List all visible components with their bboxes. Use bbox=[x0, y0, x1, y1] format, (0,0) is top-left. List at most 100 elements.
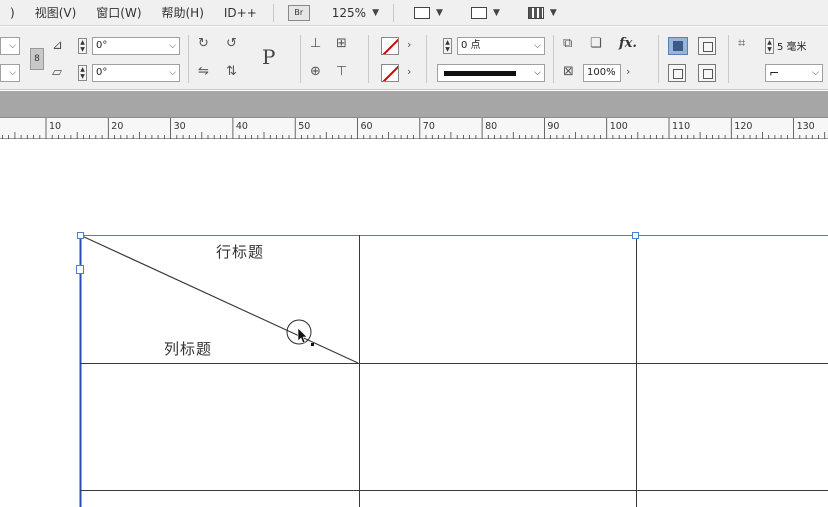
chevron-down-icon: ⌵ bbox=[9, 41, 16, 51]
shear-angle-icon: ▱ bbox=[52, 65, 62, 80]
screen-mode-icon bbox=[470, 6, 487, 19]
panel-divider bbox=[368, 35, 369, 83]
none-color-icon bbox=[382, 65, 398, 81]
chevron-down-icon: ▼ bbox=[372, 7, 380, 18]
text-frame-reference-icon[interactable]: P bbox=[262, 45, 275, 69]
table-graphics bbox=[79, 235, 828, 507]
indesign-window: ) 视图(V) 窗口(W) 帮助(H) ID++ Br 125% ▼ ▼ ▼ ▼… bbox=[0, 0, 828, 507]
corner-size-stepper[interactable]: ▲ ▼ bbox=[765, 38, 774, 54]
stroke-swatch[interactable] bbox=[381, 64, 399, 82]
ruler-label: 10 bbox=[49, 121, 62, 132]
menu-item-partial[interactable]: ) bbox=[0, 0, 25, 26]
shear-angle-field[interactable]: 0° ⌵ bbox=[92, 64, 180, 82]
flip-vertical-icon[interactable]: ⇅ bbox=[226, 64, 237, 80]
wrap-object-shape-button[interactable] bbox=[668, 64, 686, 82]
rotation-angle-value: 0° bbox=[96, 40, 108, 51]
ruler-label: 40 bbox=[235, 121, 248, 132]
zoom-select[interactable]: 125% ▼ bbox=[324, 6, 387, 20]
ruler-label: 120 bbox=[734, 121, 753, 132]
rotation-angle-field[interactable]: 0° ⌵ bbox=[92, 37, 180, 55]
arrange-documents-icon bbox=[527, 6, 544, 19]
column-header-label[interactable]: 列标题 bbox=[164, 338, 212, 359]
menu-item-window[interactable]: 窗口(W) bbox=[86, 0, 151, 26]
screen-mode-button[interactable]: ▼ bbox=[470, 6, 500, 19]
menu-item-help[interactable]: 帮助(H) bbox=[152, 0, 214, 26]
panel-divider bbox=[300, 35, 301, 83]
panel-divider bbox=[728, 35, 729, 83]
partial-dropdown-bottom[interactable]: ⌵ bbox=[0, 64, 20, 82]
mouse-pointer-icon bbox=[297, 327, 308, 344]
stroke-type-select[interactable]: ⌵ bbox=[437, 64, 545, 82]
ruler-label: 20 bbox=[111, 121, 124, 132]
panel-divider bbox=[658, 35, 659, 83]
document-canvas[interactable]: 行标题 列标题 bbox=[0, 140, 828, 507]
constrain-proportions-link-icon[interactable]: 8 bbox=[30, 48, 44, 70]
chevron-right-icon[interactable]: › bbox=[626, 64, 630, 80]
ruler-label: 80 bbox=[485, 121, 498, 132]
selection-handle-top-middle[interactable] bbox=[632, 232, 639, 239]
chevron-down-icon: ⌵ bbox=[812, 68, 819, 78]
corner-size-value[interactable]: 5 毫米 bbox=[777, 38, 807, 53]
chevron-down-icon: ⌵ bbox=[9, 68, 16, 78]
horizontal-ruler[interactable]: 10 20 30 40 50 60 70 80 90 100 110 120 130 bbox=[0, 118, 828, 139]
ruler-label: 90 bbox=[547, 121, 560, 132]
effects-fx-button[interactable]: fx. bbox=[619, 36, 637, 51]
ruler-label: 100 bbox=[609, 121, 628, 132]
align-center-icon[interactable]: ⊕ bbox=[310, 64, 321, 80]
align-bottom-icon[interactable]: ⊤ bbox=[336, 64, 347, 80]
stroke-type-preview bbox=[444, 71, 516, 76]
ruler-label: 110 bbox=[672, 121, 691, 132]
align-top-icon[interactable]: ⊥ bbox=[310, 36, 321, 52]
drop-shadow-icon[interactable]: ❏ bbox=[590, 36, 602, 52]
chevron-down-icon: ▼ bbox=[492, 7, 500, 18]
fill-swatch[interactable] bbox=[381, 37, 399, 55]
wrap-jump-object-button[interactable] bbox=[698, 64, 716, 82]
menu-item-view[interactable]: 视图(V) bbox=[25, 0, 87, 26]
arrange-documents-button[interactable]: ▼ bbox=[527, 6, 557, 19]
chevron-down-icon: ⌵ bbox=[534, 68, 541, 78]
flip-horizontal-icon[interactable]: ⇋ bbox=[198, 64, 209, 80]
corner-shape-icon: ⌐ bbox=[769, 66, 780, 80]
ruler-ticks bbox=[2, 118, 826, 139]
ruler-label: 50 bbox=[298, 121, 311, 132]
menu-bar: ) 视图(V) 窗口(W) 帮助(H) ID++ Br 125% ▼ ▼ ▼ ▼ bbox=[0, 0, 828, 26]
menu-divider bbox=[393, 3, 395, 22]
panel-divider bbox=[553, 35, 554, 83]
menu-divider bbox=[272, 3, 274, 22]
chevron-down-icon: ▼ bbox=[549, 7, 557, 18]
corner-shape-select[interactable]: ⌐ ⌵ bbox=[765, 64, 823, 82]
selection-handle-left[interactable] bbox=[76, 265, 84, 274]
shear-stepper[interactable]: ▲ ▼ bbox=[78, 65, 87, 81]
selection-handle-top-left[interactable] bbox=[77, 232, 84, 239]
corner-options-icon[interactable]: ⌗ bbox=[738, 36, 745, 52]
document-tab-strip bbox=[0, 91, 828, 118]
partial-dropdown-top[interactable]: ⌵ bbox=[0, 37, 20, 55]
stroke-weight-field[interactable]: 0 点 ⌵ bbox=[457, 37, 545, 55]
ruler-label: 30 bbox=[173, 121, 186, 132]
chevron-right-icon[interactable]: › bbox=[407, 64, 411, 80]
chevron-down-icon: ⌵ bbox=[169, 41, 176, 51]
distribute-icon[interactable]: ⊞ bbox=[336, 36, 347, 52]
row-header-label[interactable]: 行标题 bbox=[216, 241, 264, 262]
panel-divider bbox=[188, 35, 189, 83]
rotate-counterclockwise-icon[interactable]: ↺ bbox=[226, 36, 237, 52]
wrap-none-button[interactable] bbox=[668, 37, 688, 55]
chevron-right-icon[interactable]: › bbox=[407, 37, 411, 53]
bridge-button[interactable]: Br bbox=[287, 4, 310, 21]
zoom-value: 125% bbox=[331, 5, 367, 20]
control-panel: ⌵ ⌵ 8 ⊿ ▲ ▼ 0° ⌵ ▱ ▲ ▼ 0° ⌵ ↻ ↺ ⇋ ⇅ P ⊥ ⊞ ⊕ … bbox=[0, 27, 828, 90]
panel-divider bbox=[426, 35, 427, 83]
ruler-label: 70 bbox=[422, 121, 435, 132]
ruler-label: 130 bbox=[796, 121, 815, 132]
frame-fitting-icon[interactable]: ⧉ bbox=[563, 36, 572, 52]
menu-item-idpp[interactable]: ID++ bbox=[214, 0, 267, 26]
wrap-bounding-box-button[interactable] bbox=[698, 37, 716, 55]
view-options-icon bbox=[414, 6, 431, 19]
opacity-field[interactable]: 100% bbox=[583, 64, 621, 82]
rotate-clockwise-icon[interactable]: ↻ bbox=[198, 36, 209, 52]
chevron-down-icon: ⌵ bbox=[169, 68, 176, 78]
stroke-weight-stepper[interactable]: ▲ ▼ bbox=[443, 38, 452, 54]
none-color-icon bbox=[382, 38, 398, 54]
view-options-button[interactable]: ▼ bbox=[414, 6, 443, 19]
rotation-stepper[interactable]: ▲ ▼ bbox=[78, 38, 87, 54]
